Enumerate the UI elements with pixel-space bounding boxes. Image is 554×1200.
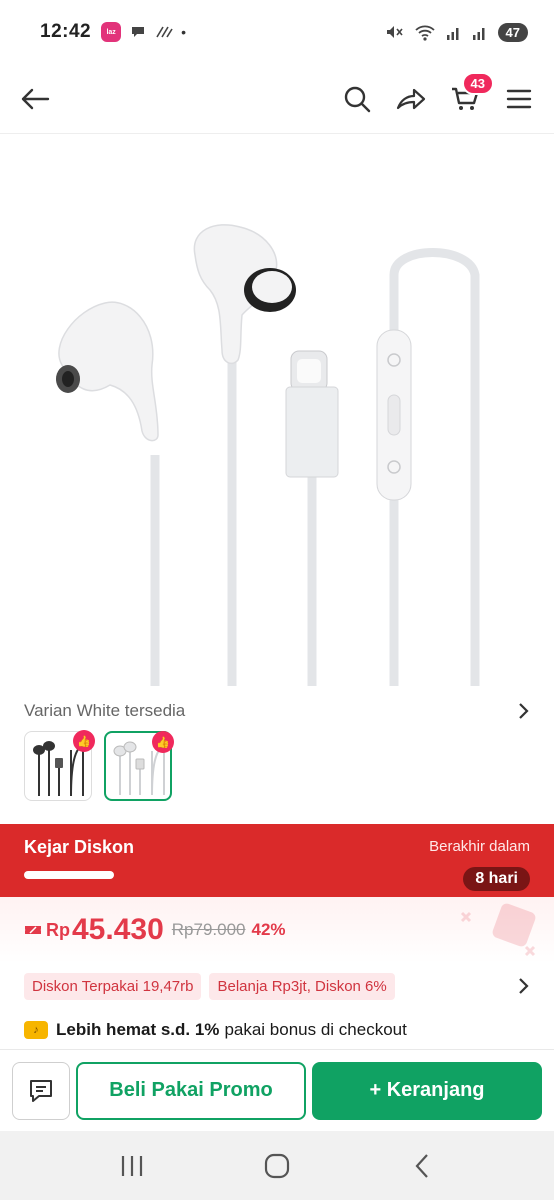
share-button[interactable] [390, 78, 432, 120]
signal-icon-2 [472, 28, 485, 40]
bonus-coin-icon: ♪ [24, 1021, 48, 1039]
price-current: 45.430 [72, 913, 164, 946]
dot-icon: • [181, 24, 187, 40]
deal-days-left: 8 hari [463, 867, 530, 891]
status-bar: 12:42 laz • 47 [0, 0, 554, 64]
status-system-icons: 47 [384, 22, 528, 42]
system-back-button[interactable] [397, 1141, 447, 1191]
product-image[interactable] [0, 135, 554, 690]
variant-row[interactable]: Varian White tersedia [0, 693, 554, 729]
add-to-cart-button[interactable]: + Keranjang [312, 1061, 542, 1120]
back-button[interactable] [14, 78, 56, 120]
back-arrow-icon [21, 88, 50, 109]
chat-notification-icon [132, 27, 145, 37]
menu-button[interactable] [498, 78, 540, 120]
chat-icon [30, 1079, 52, 1102]
recents-icon [122, 1155, 143, 1176]
promo-tag: Diskon Terpakai 19,47rb [24, 972, 202, 1000]
ticket-icon [25, 926, 41, 934]
recents-button[interactable] [107, 1141, 157, 1191]
deal-ends-label: Berakhir dalam [429, 838, 530, 855]
top-nav: 43 [0, 64, 554, 134]
variant-thumb-black[interactable]: 👍 [24, 730, 95, 801]
flash-deal-banner: Kejar Diskon Berakhir dalam 8 hari [0, 824, 554, 897]
wifi-icon [414, 25, 435, 41]
home-icon [264, 1153, 290, 1178]
search-icon [344, 86, 371, 112]
bonus-text: pakai bonus di checkout [224, 1020, 407, 1039]
thumbs-up-badge-icon: 👍 [73, 730, 95, 752]
variant-thumb-white[interactable]: 👍 [104, 731, 174, 801]
status-time: 12:42 [40, 21, 92, 42]
thumbs-up-badge-icon: 👍 [152, 731, 174, 753]
system-back-icon [415, 1153, 428, 1178]
chat-button[interactable] [12, 1061, 70, 1120]
deal-title: Kejar Diskon [24, 837, 135, 857]
system-navigation-bar [0, 1131, 554, 1200]
bonus-row: ♪ Lebih hemat s.d. 1% pakai bonus di che… [0, 1015, 554, 1045]
price-original: Rp79.000 [171, 920, 246, 939]
bonus-highlight: Lebih hemat s.d. 1% [56, 1020, 220, 1039]
price-currency: Rp [46, 919, 70, 940]
search-button[interactable] [336, 78, 378, 120]
bottom-action-bar: Beli Pakai Promo + Keranjang [0, 1049, 554, 1131]
home-button[interactable] [252, 1141, 302, 1191]
percent-decoration-icon [460, 903, 536, 957]
cart-count-badge: 43 [461, 71, 494, 95]
price-discount: 42% [251, 920, 286, 939]
price-section: Rp 45.430 Rp79.000 42% [0, 897, 554, 963]
lazada-app-icon: laz [101, 22, 122, 42]
buy-with-promo-button[interactable]: Beli Pakai Promo [76, 1061, 306, 1120]
promo-tags-row[interactable]: Diskon Terpakai 19,47rb Belanja Rp3jt, D… [0, 970, 554, 1002]
earphones-image [56, 224, 480, 686]
share-icon [396, 88, 426, 109]
variant-thumbnails: 👍 👍 [24, 730, 174, 801]
cart-button[interactable]: 43 [444, 71, 494, 120]
promo-tag: Belanja Rp3jt, Diskon 6% [209, 972, 395, 1000]
menu-icon [506, 89, 532, 108]
data-activity-icon [156, 26, 173, 38]
battery-indicator: 47 [497, 22, 528, 42]
chevron-right-icon [519, 703, 529, 719]
signal-icon-1 [446, 28, 459, 40]
status-notification-icons: laz • [101, 22, 186, 42]
variant-text: Varian White tersedia [24, 701, 186, 720]
chevron-right-icon [519, 978, 529, 994]
deal-progress-bar [24, 871, 114, 879]
mute-icon [386, 26, 403, 38]
